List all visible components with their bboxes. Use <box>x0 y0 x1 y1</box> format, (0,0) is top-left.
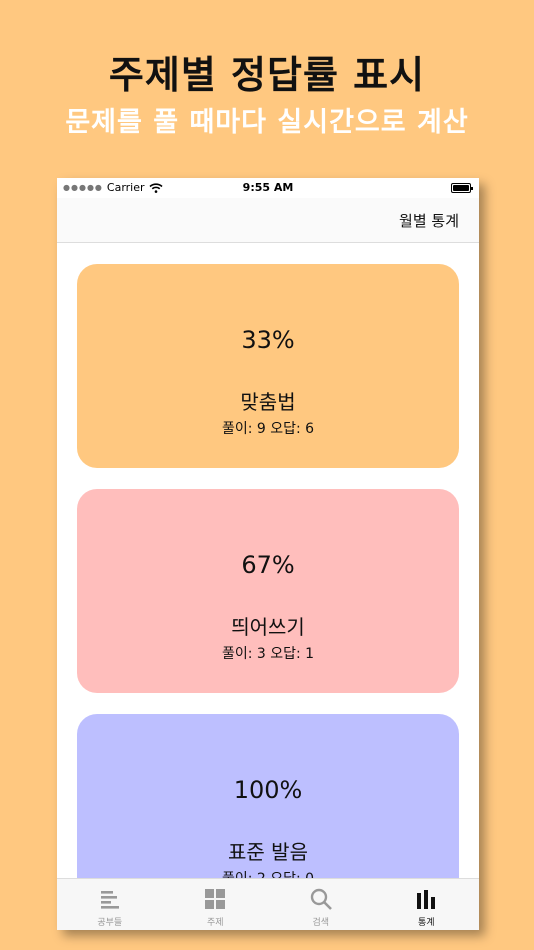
tab-stats[interactable]: 통계 <box>374 879 480 930</box>
stat-card-spelling[interactable]: 33% 맞춤법 풀이: 9 오답: 6 <box>77 264 459 468</box>
battery-icon <box>451 183 473 193</box>
card-percent: 100% <box>233 776 303 804</box>
card-percent: 67% <box>241 551 295 579</box>
tab-search[interactable]: 검색 <box>268 879 374 930</box>
tab-label: 공부들 <box>97 918 123 928</box>
card-stats: 풀이: 9 오답: 6 <box>221 421 315 437</box>
stats-card-list: 33% 맞춤법 풀이: 9 오답: 6 67% 띄어쓰기 풀이: 3 오답: 1… <box>57 244 479 878</box>
tab-label: 주제 <box>206 918 224 928</box>
card-percent: 33% <box>241 326 295 354</box>
tab-label: 통계 <box>417 918 435 928</box>
stat-card-pronunciation[interactable]: 100% 표준 발음 풀이: 2 오답: 0 <box>77 714 459 878</box>
nav-bar: 월별 통계 <box>57 198 479 243</box>
card-topic: 표준 발음 <box>228 840 308 864</box>
nav-title-monthly-stats[interactable]: 월별 통계 <box>399 210 459 231</box>
tab-bar: 공부들 주제 검색 통계 <box>57 878 479 930</box>
stat-card-spacing[interactable]: 67% 띄어쓰기 풀이: 3 오답: 1 <box>77 489 459 693</box>
bar-chart-icon <box>417 890 436 909</box>
tab-topics[interactable]: 주제 <box>163 879 269 930</box>
phone-screen: ●●●●● Carrier 9:55 AM 월별 통계 33% 맞춤법 풀이: … <box>57 178 479 930</box>
tab-label: 검색 <box>312 918 330 928</box>
list-bars-icon <box>100 891 119 909</box>
tab-studies[interactable]: 공부들 <box>57 879 163 930</box>
grid-icon <box>205 889 226 909</box>
card-stats: 풀이: 3 오답: 1 <box>221 646 315 662</box>
search-icon <box>310 888 332 910</box>
promo-title: 주제별 정답률 표시 <box>108 53 426 97</box>
card-topic: 맞춤법 <box>240 390 296 414</box>
promo-subtitle: 문제를 풀 때마다 실시간으로 계산 <box>65 107 469 138</box>
card-stats: 풀이: 2 오답: 0 <box>77 868 459 878</box>
card-topic: 띄어쓰기 <box>231 615 305 639</box>
status-bar: ●●●●● Carrier 9:55 AM <box>57 178 479 198</box>
status-time: 9:55 AM <box>242 181 294 194</box>
